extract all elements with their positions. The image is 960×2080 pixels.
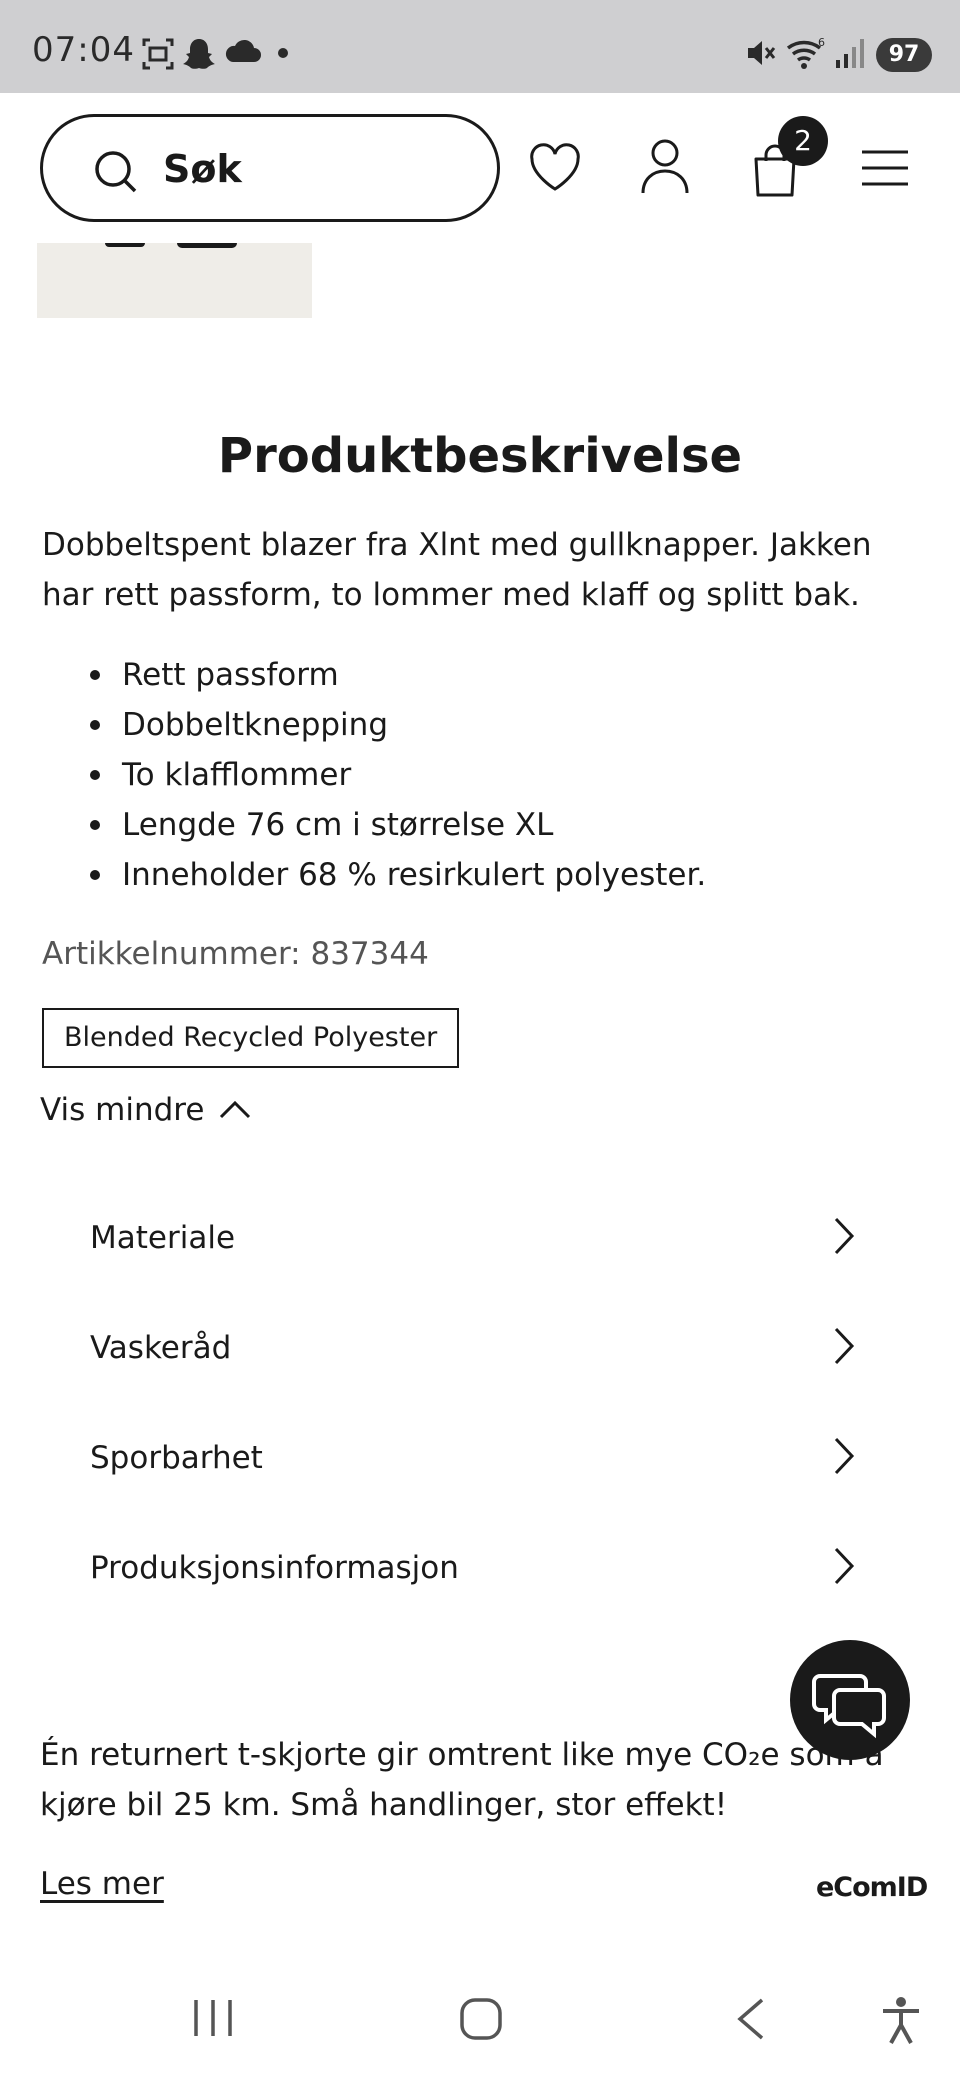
chevron-right-icon [834, 1437, 855, 1475]
snapchat-icon [183, 39, 215, 69]
accordion-label: Produksjonsinformasjon [90, 1550, 459, 1586]
chevron-up-icon [220, 1100, 251, 1119]
accordion-label: Sporbarhet [90, 1440, 263, 1476]
ecomid-logo[interactable]: eComID [816, 1872, 928, 1903]
chevron-right-icon [834, 1217, 855, 1255]
accordion-label: Materiale [90, 1220, 236, 1256]
wifi-icon: 6 [786, 36, 825, 69]
back-icon[interactable] [734, 1996, 768, 2042]
article-number: Artikkelnummer: 837344 [42, 936, 429, 972]
feature-list: Rett passform Dobbeltknepping To klafflo… [90, 650, 910, 900]
cloud-icon [225, 39, 261, 62]
accordion-item-vaskerad[interactable]: Vaskeråd [90, 1290, 870, 1400]
chevron-right-icon [834, 1327, 855, 1365]
screenshot-icon [142, 38, 174, 70]
recent-apps-icon[interactable] [190, 1996, 236, 2040]
image-detail [105, 243, 145, 247]
show-less-button[interactable]: Vis mindre [40, 1092, 252, 1128]
accordion-item-materiale[interactable]: Materiale [90, 1180, 870, 1290]
status-bar: 07:04 6 97 [0, 0, 960, 93]
site-header: Søk 2 [0, 93, 960, 243]
chat-button[interactable] [790, 1640, 910, 1760]
co2-info-text: Én returnert t-skjorte gir omtrent like … [40, 1737, 884, 1823]
home-icon[interactable] [458, 1996, 504, 2042]
notification-dot-icon [278, 48, 288, 58]
section-title: Produktbeskrivelse [217, 428, 743, 484]
read-more-link[interactable]: Les mer [40, 1866, 164, 1902]
menu-icon[interactable] [860, 149, 910, 187]
chevron-right-icon [834, 1547, 855, 1585]
system-nav-bar [0, 1960, 960, 2080]
list-item: Rett passform [90, 650, 910, 700]
svg-text:6: 6 [818, 36, 825, 49]
user-icon[interactable] [640, 137, 690, 195]
status-time: 07:04 [32, 30, 135, 70]
chat-icon [812, 1674, 886, 1739]
accordion-item-sporbarhet[interactable]: Sporbarhet [90, 1400, 870, 1510]
product-image[interactable] [37, 243, 312, 318]
product-description: Dobbeltspent blazer fra Xlnt med gullkna… [42, 527, 872, 613]
heart-icon[interactable] [528, 143, 582, 193]
search-icon [95, 151, 137, 193]
battery-icon: 97 [876, 38, 932, 72]
list-item: Lengde 76 cm i størrelse XL [90, 800, 910, 850]
material-tag: Blended Recycled Polyester [42, 1008, 460, 1068]
signal-icon [836, 39, 864, 68]
show-less-label: Vis mindre [40, 1092, 205, 1128]
search-placeholder: Søk [163, 147, 242, 191]
list-item: Dobbeltknepping [90, 700, 910, 750]
search-input[interactable]: Søk [40, 114, 500, 222]
accordion-label: Vaskeråd [90, 1330, 232, 1366]
cart-count-badge: 2 [778, 116, 828, 166]
image-detail [177, 243, 237, 248]
accessibility-icon[interactable] [880, 1996, 922, 2046]
details-accordion: Materiale Vaskeråd Sporbarhet Produksjon… [90, 1180, 870, 1620]
accordion-item-produksjonsinformasjon[interactable]: Produksjonsinformasjon [90, 1510, 870, 1620]
list-item: To klafflommer [90, 750, 910, 800]
list-item: Inneholder 68 % resirkulert polyester. [90, 850, 910, 900]
mute-icon [748, 41, 776, 65]
